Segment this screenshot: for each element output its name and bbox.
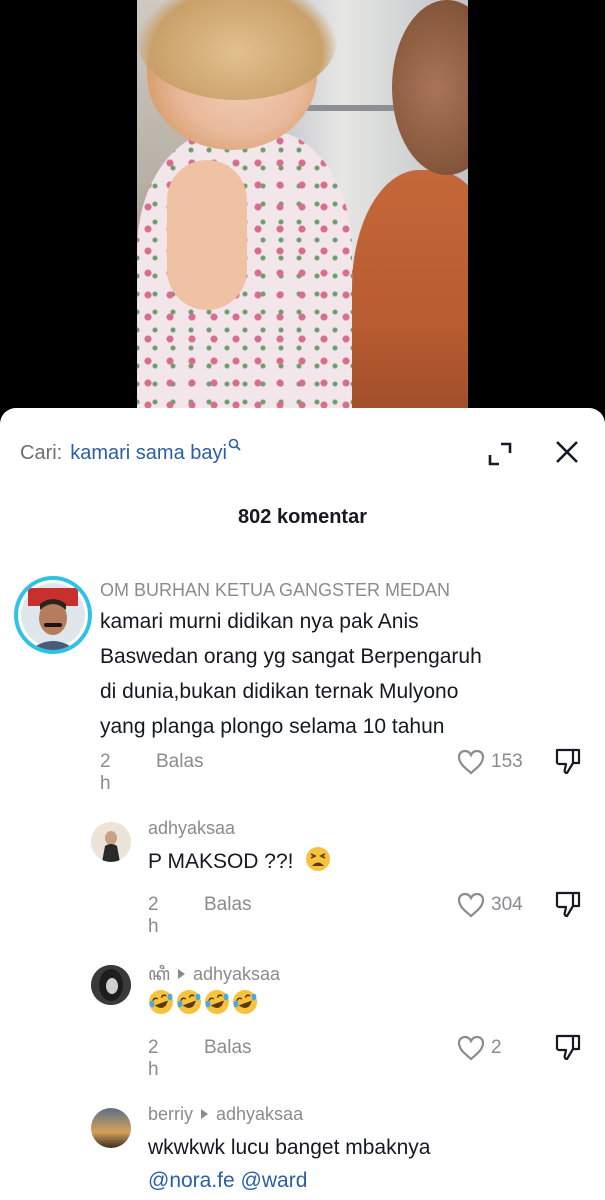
- rolling-laughing-emoji: [176, 989, 202, 1015]
- reply-text: wkwkwk lucu banget mbaknya: [148, 1136, 431, 1159]
- girl-arm: [167, 160, 247, 310]
- like-count: 2: [491, 1037, 502, 1058]
- rolling-laughing-emoji: [204, 989, 230, 1015]
- comment-text: Baswedan orang yg sangat Berpengaruh: [100, 645, 482, 668]
- search-term-link[interactable]: kamari sama bayi: [70, 442, 227, 465]
- avatar[interactable]: [91, 822, 131, 862]
- comment-text: di dunia,bukan didikan ternak Mulyono: [100, 680, 459, 703]
- reply-time: 2 h: [148, 894, 159, 937]
- dislike-icon[interactable]: [553, 746, 583, 776]
- reply-text: P MAKSOD ??!: [148, 850, 294, 873]
- rolling-laughing-emoji: [232, 989, 258, 1015]
- avatar[interactable]: [14, 576, 92, 654]
- comment-time: 2 h: [100, 751, 111, 794]
- dislike-icon[interactable]: [553, 1032, 583, 1062]
- comment-count: 802 komentar: [238, 506, 367, 528]
- like-heart-icon[interactable]: [456, 748, 486, 776]
- mention-row: @nora.fe @ward: [148, 1165, 307, 1196]
- reply-to-username[interactable]: adhyaksaa: [193, 964, 280, 984]
- rolling-laughing-emoji: [148, 989, 174, 1015]
- expand-icon[interactable]: [486, 440, 514, 468]
- reply-username[interactable]: adhyaksaa: [148, 818, 235, 839]
- mention-link[interactable]: @ward: [241, 1169, 308, 1192]
- reply-button[interactable]: Balas: [204, 1037, 252, 1059]
- reply-username-row: berriy adhyaksaa: [148, 1104, 303, 1125]
- close-icon[interactable]: [553, 438, 581, 466]
- baby-figure: [352, 170, 468, 420]
- reply-to-username[interactable]: adhyaksaa: [216, 1104, 303, 1124]
- reply-arrow-icon: [201, 1109, 209, 1119]
- like-heart-icon[interactable]: [456, 1034, 486, 1062]
- avatar[interactable]: [91, 1108, 131, 1148]
- tired-face-emoji: [305, 846, 331, 872]
- comment-text: yang planga plongo selama 10 tahun: [100, 715, 445, 738]
- dislike-icon[interactable]: [553, 889, 583, 919]
- reply-button[interactable]: Balas: [156, 751, 204, 773]
- search-icon: [228, 438, 241, 454]
- comments-sheet: Cari: kamari sama bayi 802 komentar OM B…: [0, 408, 605, 1200]
- reply-button[interactable]: Balas: [204, 894, 252, 916]
- mention-link[interactable]: @nora.fe: [148, 1169, 235, 1192]
- video-frame: [137, 0, 468, 420]
- search-prefix: Cari:: [20, 441, 63, 464]
- search-suggestion[interactable]: Cari: kamari sama bayi: [20, 438, 241, 468]
- reply-arrow-icon: [177, 969, 185, 979]
- avatar[interactable]: [91, 965, 131, 1005]
- comment-text: kamari murni didikan nya pak Anis: [100, 610, 419, 633]
- reply-text-row: P MAKSOD ??!: [148, 846, 333, 877]
- comment-username[interactable]: OM BURHAN KETUA GANGSTER MEDAN: [100, 580, 450, 601]
- video-player[interactable]: [0, 0, 605, 420]
- reply-username[interactable]: berriy: [148, 1104, 193, 1124]
- reply-time: 2 h: [148, 1037, 159, 1080]
- like-count: 304: [491, 894, 523, 915]
- like-heart-icon[interactable]: [456, 891, 486, 919]
- like-count: 153: [491, 751, 523, 772]
- reply-emoji-row: [148, 989, 260, 1020]
- reply-username[interactable]: ꦏꦶ: [148, 964, 170, 984]
